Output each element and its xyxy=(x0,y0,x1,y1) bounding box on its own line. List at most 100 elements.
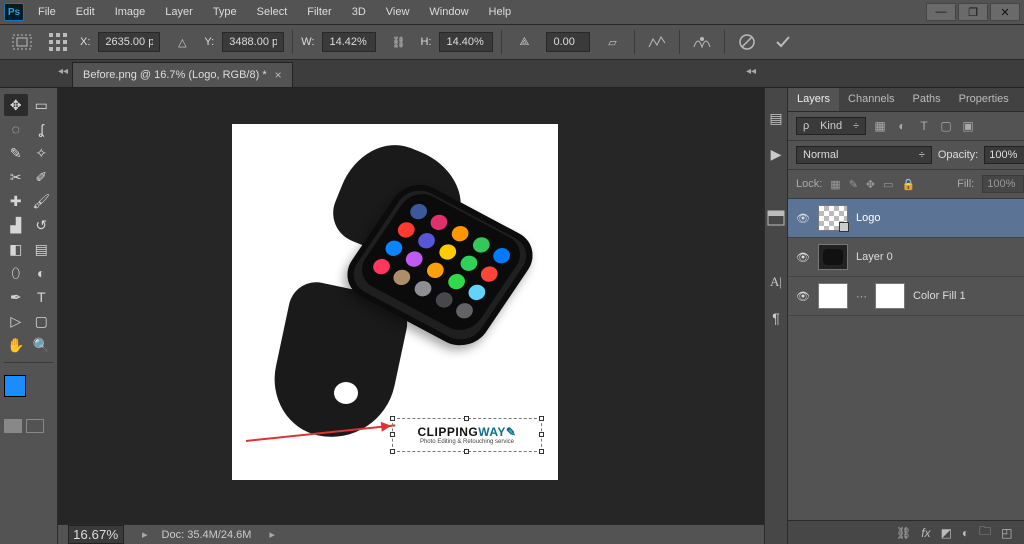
filter-type-icon[interactable]: T xyxy=(916,119,932,133)
minimize-button[interactable]: — xyxy=(926,3,956,21)
gradient-tool-icon[interactable]: ▤ xyxy=(30,238,54,260)
pen-tool-icon[interactable]: ✒ xyxy=(4,286,28,308)
character-panel-icon[interactable] xyxy=(765,208,787,228)
maximize-button[interactable]: ❐ xyxy=(958,3,988,21)
link-icon[interactable]: ⛓ xyxy=(384,30,412,54)
lasso-tool-icon[interactable]: ʆ xyxy=(30,118,54,140)
layer-thumb[interactable] xyxy=(818,283,848,309)
link-layers-icon[interactable]: ⛓ xyxy=(896,526,911,540)
transform-bounding-box[interactable]: CLIPPINGWAY✎ Photo Editing & Retouching … xyxy=(392,418,542,452)
lock-position-icon[interactable]: ✥ xyxy=(866,178,875,191)
crop-tool-icon[interactable]: ✂ xyxy=(4,166,28,188)
menu-layer[interactable]: Layer xyxy=(155,2,203,22)
fx-icon[interactable]: fx xyxy=(921,526,930,540)
close-button[interactable]: ✕ xyxy=(990,3,1020,21)
quick-select-tool-icon[interactable]: ✎ xyxy=(4,142,28,164)
menu-filter[interactable]: Filter xyxy=(297,2,341,22)
menu-3d[interactable]: 3D xyxy=(342,2,376,22)
tab-layers[interactable]: Layers xyxy=(788,88,839,111)
skew-h-icon[interactable]: ▱ xyxy=(598,30,626,54)
zoom-tool-icon[interactable]: 🔍 xyxy=(30,334,54,356)
menu-type[interactable]: Type xyxy=(203,2,247,22)
lock-pixels-icon[interactable]: ✎ xyxy=(849,178,858,191)
x-field[interactable] xyxy=(98,32,160,52)
zoom-field[interactable] xyxy=(68,525,124,544)
filter-kind-select[interactable]: ρ Kind÷ xyxy=(796,117,866,135)
actions-panel-icon[interactable]: ▶ xyxy=(765,144,787,164)
commit-transform-icon[interactable] xyxy=(769,30,797,54)
menu-file[interactable]: File xyxy=(28,2,66,22)
shape-tool-icon[interactable]: ▢ xyxy=(30,310,54,332)
layer-name[interactable]: Color Fill 1 xyxy=(913,290,966,302)
menu-select[interactable]: Select xyxy=(247,2,298,22)
angle-field[interactable] xyxy=(546,32,590,52)
document-tab[interactable]: Before.png @ 16.7% (Logo, RGB/8) * × xyxy=(72,62,293,87)
tab-channels[interactable]: Channels xyxy=(839,88,903,111)
dodge-tool-icon[interactable]: ◐ xyxy=(30,262,54,284)
paragraph-panel-icon[interactable]: A| xyxy=(765,272,787,292)
document-canvas[interactable]: CLIPPINGWAY✎ Photo Editing & Retouching … xyxy=(232,124,558,480)
group-icon[interactable]: 🗀 xyxy=(979,522,991,543)
glyphs-panel-icon[interactable]: ¶ xyxy=(765,308,787,328)
filter-adjust-icon[interactable]: ◐ xyxy=(894,119,910,133)
layer-name[interactable]: Logo xyxy=(856,212,880,224)
lock-artboard-icon[interactable]: ▭ xyxy=(883,178,893,191)
w-field[interactable] xyxy=(322,32,376,52)
healing-tool-icon[interactable]: ✚ xyxy=(4,190,28,212)
menu-view[interactable]: View xyxy=(376,2,420,22)
move-tool-icon[interactable]: ✥ xyxy=(4,94,28,116)
layer-row[interactable]: 👁 Layer 0 xyxy=(788,238,1024,277)
brush-tool-icon[interactable]: 🖌 xyxy=(30,190,54,212)
transform-tool-icon[interactable] xyxy=(8,30,36,54)
opacity-field[interactable] xyxy=(984,146,1024,164)
hand-tool-icon[interactable]: ✋ xyxy=(4,334,28,356)
layer-thumb[interactable] xyxy=(818,244,848,270)
y-field[interactable] xyxy=(222,32,284,52)
menu-help[interactable]: Help xyxy=(479,2,522,22)
tab-properties[interactable]: Properties xyxy=(950,88,1018,111)
artboard-tool-icon[interactable]: ▭ xyxy=(30,94,54,116)
h-field[interactable] xyxy=(439,32,493,52)
eraser-tool-icon[interactable]: ◧ xyxy=(4,238,28,260)
blur-tool-icon[interactable]: ⬯ xyxy=(4,262,28,284)
lock-transparent-icon[interactable]: ▦ xyxy=(830,178,840,191)
path-select-tool-icon[interactable]: ▷ xyxy=(4,310,28,332)
reference-point-icon[interactable] xyxy=(44,30,72,54)
filter-smart-icon[interactable]: ▣ xyxy=(960,119,976,133)
mask-icon[interactable]: ◩ xyxy=(941,526,952,540)
filter-pixel-icon[interactable]: ▦ xyxy=(872,119,888,133)
link-mask-icon[interactable]: ⋯ xyxy=(856,290,867,303)
layer-row[interactable]: 👁 Logo xyxy=(788,199,1024,238)
visibility-icon[interactable]: 👁 xyxy=(796,212,810,225)
quickmask-mode-icon[interactable] xyxy=(26,419,44,433)
layer-mask-thumb[interactable] xyxy=(875,283,905,309)
visibility-icon[interactable]: 👁 xyxy=(796,251,810,264)
menu-edit[interactable]: Edit xyxy=(66,2,105,22)
history-brush-tool-icon[interactable]: ↺ xyxy=(30,214,54,236)
standard-mode-icon[interactable] xyxy=(4,419,22,433)
new-layer-icon[interactable]: ◰ xyxy=(1001,526,1012,540)
marquee-tool-icon[interactable]: ◌ xyxy=(4,118,28,140)
collapse-right-icon[interactable]: ◂◂ xyxy=(746,66,756,77)
cancel-transform-icon[interactable] xyxy=(733,30,761,54)
layer-thumb[interactable] xyxy=(818,205,848,231)
filter-shape-icon[interactable]: ▢ xyxy=(938,119,954,133)
warp-icon[interactable] xyxy=(688,30,716,54)
eyedropper-tool-icon[interactable]: ✐ xyxy=(30,166,54,188)
menu-image[interactable]: Image xyxy=(105,2,156,22)
lock-all-icon[interactable]: 🔒 xyxy=(902,178,916,191)
tab-paths[interactable]: Paths xyxy=(904,88,950,111)
color-swatches[interactable] xyxy=(4,375,44,411)
foreground-color-swatch[interactable] xyxy=(4,375,26,397)
type-tool-icon[interactable]: T xyxy=(30,286,54,308)
close-tab-icon[interactable]: × xyxy=(275,68,282,82)
blend-mode-select[interactable]: Normal÷ xyxy=(796,146,932,164)
layer-row[interactable]: 👁 ⋯ Color Fill 1 xyxy=(788,277,1024,316)
collapse-left-icon[interactable]: ◂◂ xyxy=(58,66,68,77)
fill-field[interactable] xyxy=(982,175,1024,193)
interpolation-icon[interactable] xyxy=(643,30,671,54)
doc-info-menu-icon[interactable]: ▸ xyxy=(269,528,275,541)
zoom-menu-icon[interactable]: ▸ xyxy=(142,528,148,541)
visibility-icon[interactable]: 👁 xyxy=(796,290,810,303)
stamp-tool-icon[interactable]: ▟ xyxy=(4,214,28,236)
